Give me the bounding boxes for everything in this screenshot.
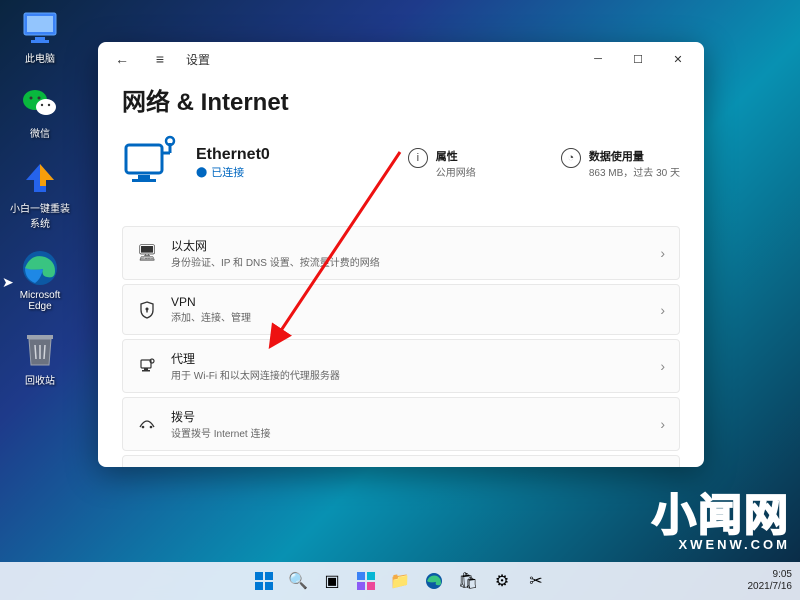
chevron-right-icon: ›: [660, 416, 665, 432]
connection-name: Ethernet0: [196, 146, 270, 164]
back-button[interactable]: ←: [110, 47, 134, 71]
chart-icon: ◔: [561, 148, 581, 168]
watermark: 小闻网 XWENW.COM: [652, 479, 790, 552]
reinstall-icon: [20, 158, 60, 198]
desktop-icon-pc[interactable]: 此电脑: [8, 8, 72, 65]
clock-time: 9:05: [748, 569, 793, 581]
item-title: 拨号: [171, 408, 646, 425]
desktop-icon-reinstall[interactable]: 小白一键重装系统: [8, 158, 72, 230]
app-title: 设置: [186, 51, 210, 68]
connection-status: ⬤已连接: [196, 164, 270, 180]
desktop-label: Microsoft Edge: [8, 290, 72, 312]
list-item-ethernet[interactable]: 🖥 以太网 身份验证、IP 和 DNS 设置、按流量计费的网络 ›: [122, 226, 680, 280]
settings-taskbar-button[interactable]: ⚙: [487, 566, 517, 596]
item-sub: 身份验证、IP 和 DNS 设置、按流量计费的网络: [171, 254, 646, 269]
item-title: VPN: [171, 295, 646, 309]
pc-icon: [20, 8, 60, 48]
list-item-advanced[interactable]: ⋯ 高级网络设置 ›: [122, 455, 680, 467]
desktop-label: 微信: [30, 125, 50, 140]
close-button[interactable]: ✕: [658, 43, 698, 75]
taskbar-clock[interactable]: 9:05 2021/7/16: [748, 569, 793, 593]
usage-title: 数据使用量: [589, 148, 680, 164]
store-button[interactable]: 🛍: [453, 566, 483, 596]
item-sub: 用于 Wi-Fi 和以太网连接的代理服务器: [171, 367, 646, 382]
connection-summary: Ethernet0 ⬤已连接 i 属性 公用网络 ◔ 数据使用量 863 MB，…: [122, 135, 680, 212]
explorer-button[interactable]: 📁: [385, 566, 415, 596]
shield-icon: [137, 300, 157, 320]
usage-sub: 863 MB，过去 30 天: [589, 164, 680, 179]
info-icon: i: [408, 148, 428, 168]
desktop-icon-edge[interactable]: Microsoft Edge: [8, 248, 72, 312]
clock-date: 2021/7/16: [748, 581, 793, 593]
snipping-button[interactable]: ✂: [521, 566, 551, 596]
item-title: 以太网: [171, 237, 646, 254]
edge-taskbar-button[interactable]: [419, 566, 449, 596]
desktop-icon-recycle[interactable]: 回收站: [8, 330, 72, 387]
proxy-icon: [137, 356, 157, 376]
list-item-vpn[interactable]: VPN 添加、连接、管理 ›: [122, 284, 680, 335]
properties-sub: 公用网络: [436, 164, 476, 179]
network-icon: [122, 135, 178, 191]
status-dot-icon: ⬤: [196, 167, 207, 178]
chevron-right-icon: ›: [660, 245, 665, 261]
recycle-bin-icon: [20, 330, 60, 370]
advanced-icon: ⋯: [137, 466, 157, 467]
menu-button[interactable]: ≡: [148, 47, 172, 71]
ethernet-icon: 🖥: [137, 243, 157, 263]
dialup-icon: [137, 414, 157, 434]
item-title: 代理: [171, 350, 646, 367]
desktop-label: 回收站: [25, 372, 55, 387]
desktop-icon-wechat[interactable]: 微信: [8, 83, 72, 140]
page-title: 网络 & Internet: [122, 82, 680, 117]
connection-text: Ethernet0 ⬤已连接: [196, 146, 270, 180]
chevron-right-icon: ›: [660, 302, 665, 318]
list-item-proxy[interactable]: 代理 用于 Wi-Fi 和以太网连接的代理服务器 ›: [122, 339, 680, 393]
widgets-button[interactable]: [351, 566, 381, 596]
edge-icon: [20, 248, 60, 288]
titlebar: ← ≡ 设置 ─ ☐ ✕: [98, 42, 704, 76]
start-button[interactable]: [249, 566, 279, 596]
minimize-button[interactable]: ─: [578, 43, 618, 75]
desktop-icons: 此电脑 微信 小白一键重装系统 Microsoft Edge 回收站: [8, 8, 72, 387]
search-button[interactable]: 🔍: [283, 566, 313, 596]
desktop-label: 此电脑: [25, 50, 55, 65]
item-sub: 添加、连接、管理: [171, 309, 646, 324]
content-area: 网络 & Internet Ethernet0 ⬤已连接 i 属性 公用网络: [98, 76, 704, 467]
taskbar-center: 🔍 ▣ 📁 🛍 ⚙ ✂: [249, 566, 551, 596]
taskbar: 🔍 ▣ 📁 🛍 ⚙ ✂ 9:05 2021/7/16: [0, 562, 800, 600]
properties-tile[interactable]: i 属性 公用网络: [408, 148, 476, 179]
properties-title: 属性: [436, 148, 476, 164]
settings-window: ← ≡ 设置 ─ ☐ ✕ 网络 & Internet Ethernet0 ⬤已连…: [98, 42, 704, 467]
taskview-button[interactable]: ▣: [317, 566, 347, 596]
item-sub: 设置拨号 Internet 连接: [171, 425, 646, 440]
watermark-text: 小闻网: [652, 479, 790, 543]
wechat-icon: [20, 83, 60, 123]
data-usage-tile[interactable]: ◔ 数据使用量 863 MB，过去 30 天: [561, 148, 680, 179]
list-item-dialup[interactable]: 拨号 设置拨号 Internet 连接 ›: [122, 397, 680, 451]
desktop-label: 小白一键重装系统: [8, 200, 72, 230]
chevron-right-icon: ›: [660, 358, 665, 374]
settings-list: 🖥 以太网 身份验证、IP 和 DNS 设置、按流量计费的网络 › VPN 添加…: [122, 226, 680, 467]
maximize-button[interactable]: ☐: [618, 43, 658, 75]
